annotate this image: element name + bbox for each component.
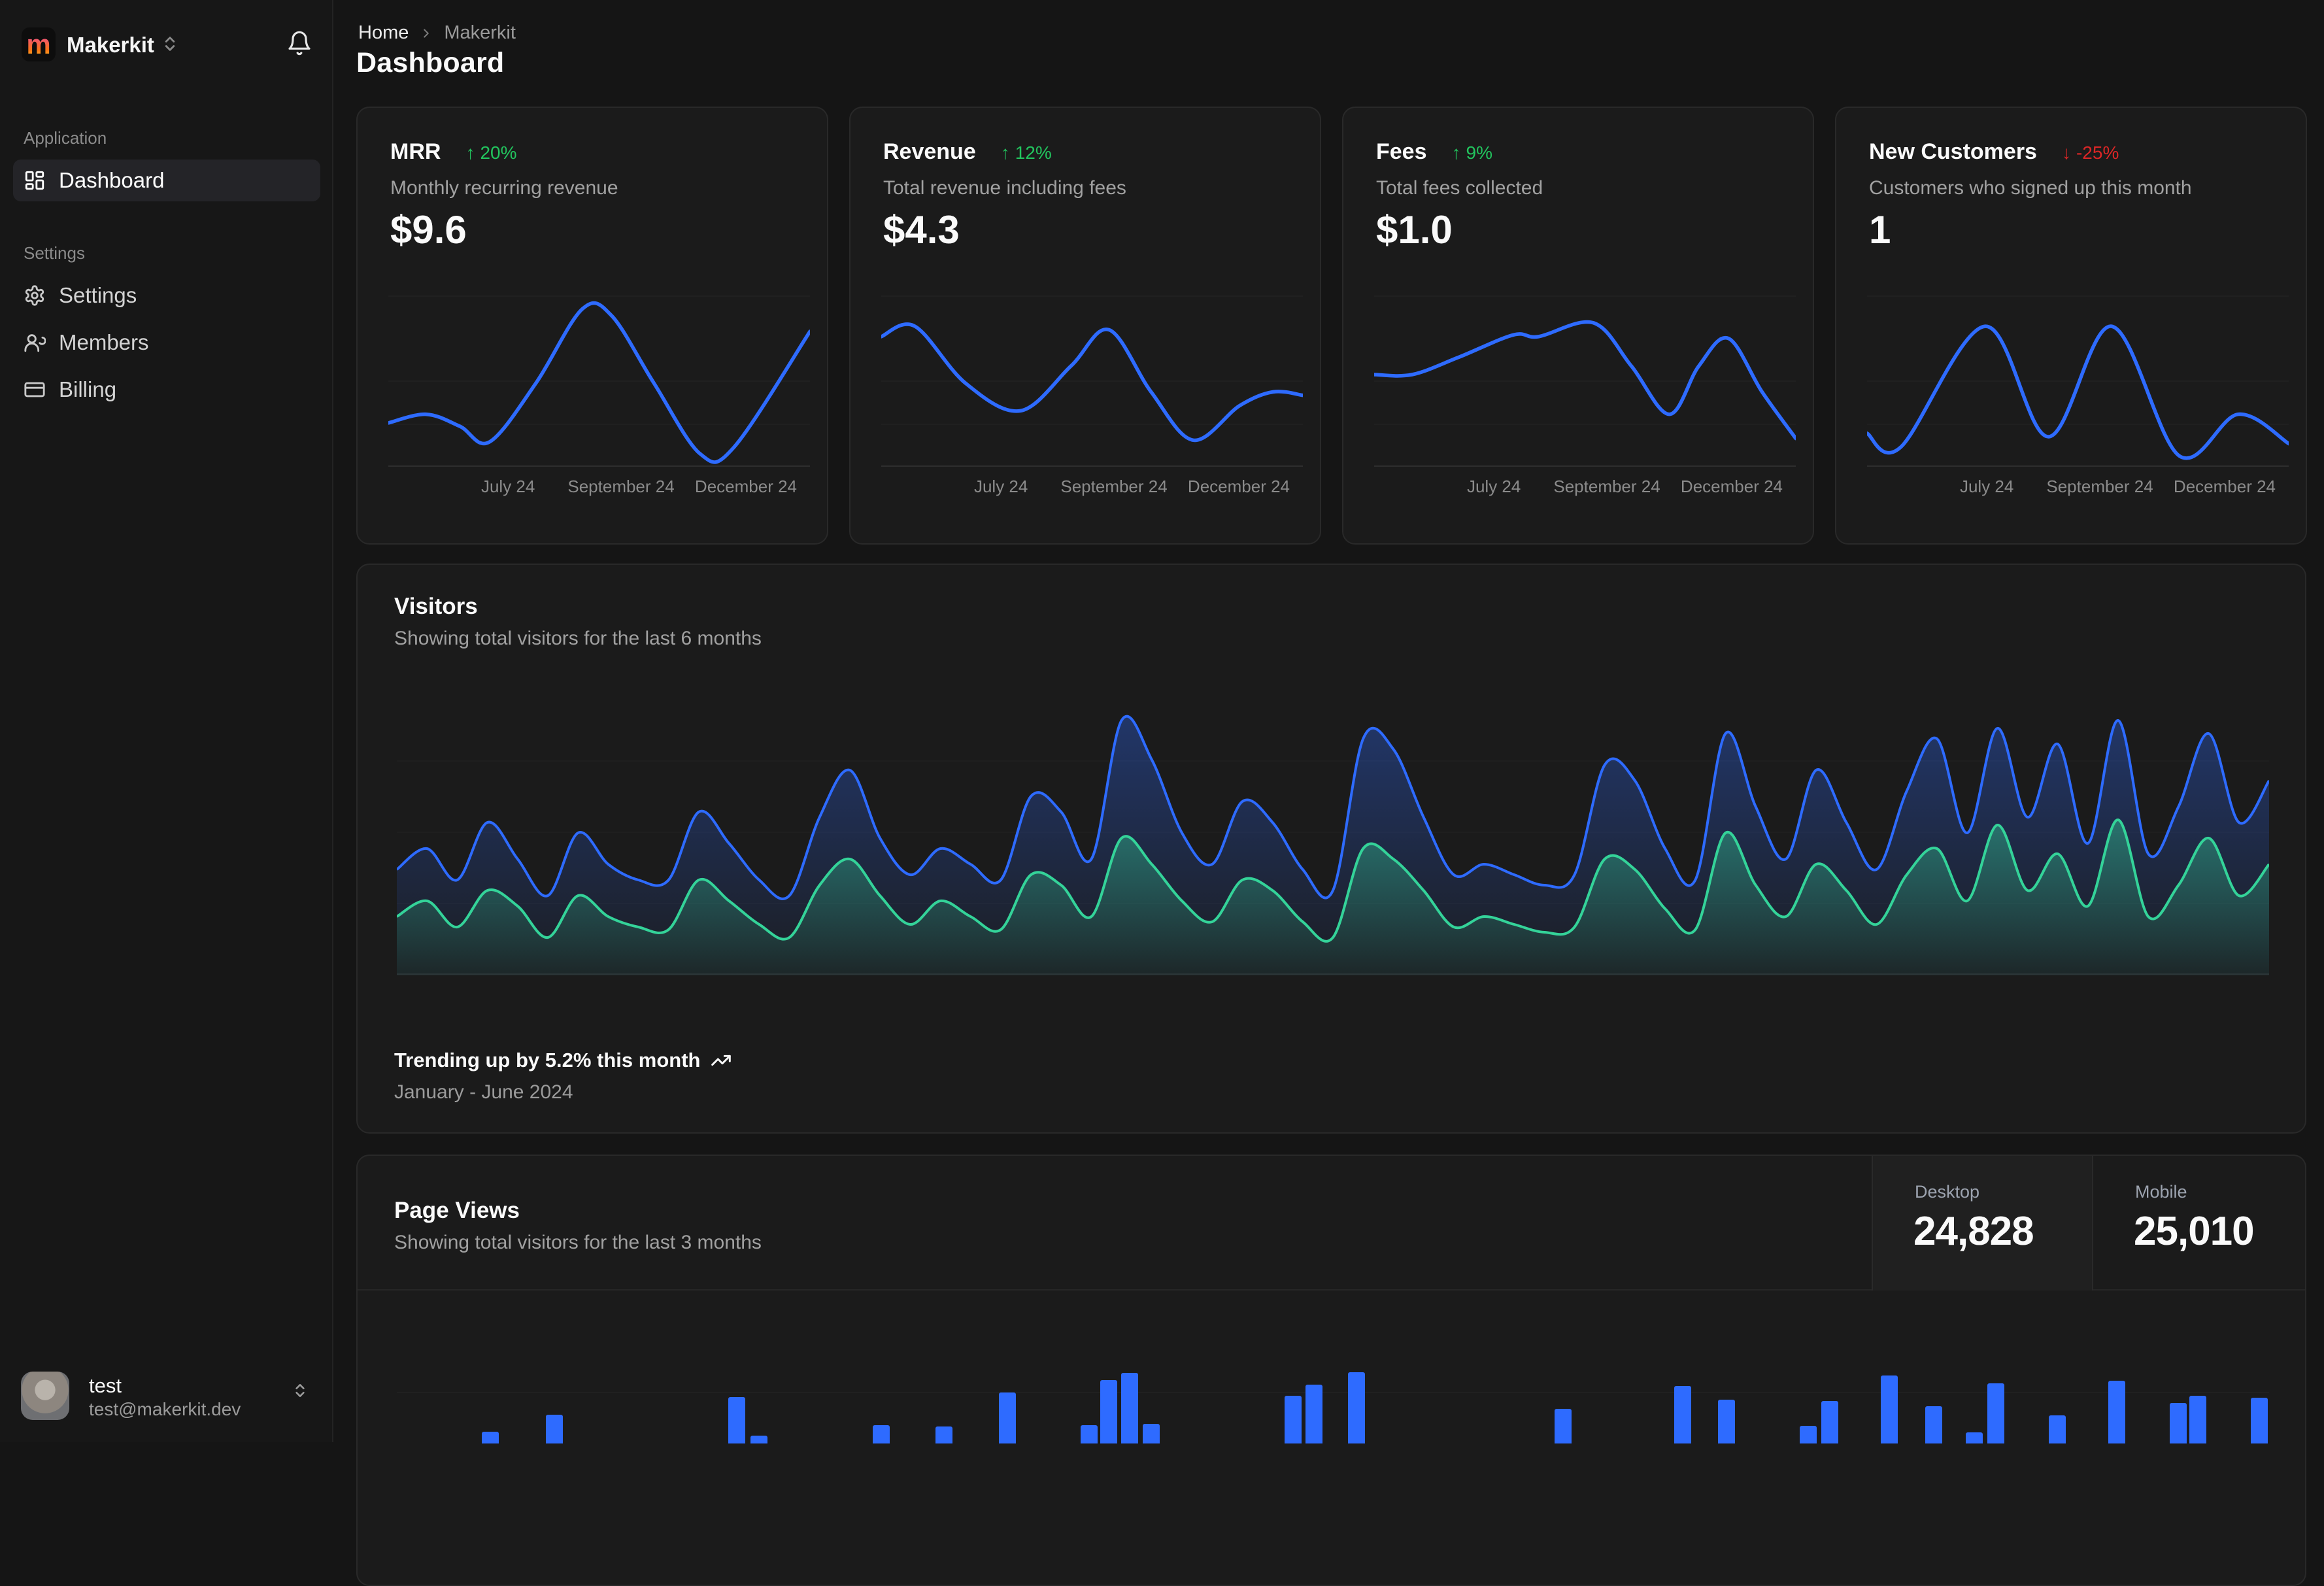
- visitors-area-chart: [397, 689, 2269, 975]
- stat-value: $1.0: [1376, 208, 1453, 252]
- mobile-label: Mobile: [2135, 1182, 2187, 1202]
- sidebar-item-label: Members: [59, 330, 149, 354]
- stat-card-mrr: MRR ↑ 20% Monthly recurring revenue $9.6 …: [356, 107, 828, 545]
- main-content: Home Makerkit Dashboard MRR ↑ 20% Monthly…: [335, 0, 2324, 1586]
- page-views-subtitle: Showing total visitors for the last 3 mo…: [394, 1232, 762, 1253]
- arrow-up-icon: ↑: [1000, 143, 1010, 163]
- stat-description: Total fees collected: [1376, 177, 1543, 199]
- stat-card-new-customers: New Customers ↓ -25% Customers who signed…: [1835, 107, 2307, 545]
- credit-card-icon: [24, 379, 46, 401]
- visitors-subtitle: Showing total visitors for the last 6 mo…: [394, 628, 762, 649]
- mobile-stat-toggle[interactable]: Mobile 25,010: [2092, 1156, 2308, 1291]
- mobile-value: 25,010: [2134, 1209, 2255, 1254]
- page-views-header: Page Views Showing total visitors for th…: [358, 1156, 2305, 1291]
- users-icon: [24, 331, 46, 354]
- app-logo: m: [22, 27, 56, 61]
- breadcrumb: Home Makerkit: [358, 22, 516, 44]
- stat-title: New Customers: [1869, 139, 2037, 164]
- page-title: Dashboard: [356, 47, 505, 78]
- visitors-title: Visitors: [394, 594, 478, 619]
- logo-letter: m: [26, 29, 51, 59]
- x-axis-labels: July 24 September 24 December 24: [973, 477, 1290, 496]
- sidebar-item-settings[interactable]: Settings: [13, 275, 320, 316]
- sidebar-item-label: Billing: [59, 377, 117, 401]
- revenue-sparkline-chart: [881, 279, 1303, 467]
- nav-section-application: Application: [24, 128, 107, 148]
- breadcrumb-current: Makerkit: [444, 22, 516, 43]
- visitors-trend: Trending up by 5.2% this month: [394, 1049, 732, 1072]
- sidebar-item-billing[interactable]: Billing: [13, 369, 320, 411]
- stat-description: Monthly recurring revenue: [390, 177, 618, 199]
- sidebar-item-label: Dashboard: [59, 168, 165, 192]
- visitors-date-range: January - June 2024: [394, 1081, 573, 1103]
- user-menu[interactable]: test test@makerkit.dev: [0, 1361, 333, 1433]
- stat-value: $9.6: [390, 208, 467, 252]
- x-axis-labels: July 24 September 24 December 24: [1466, 477, 1783, 496]
- nav-section-settings: Settings: [24, 243, 85, 263]
- breadcrumb-home[interactable]: Home: [358, 22, 409, 44]
- desktop-value: 24,828: [1913, 1209, 2034, 1254]
- visitors-card: Visitors Showing total visitors for the …: [356, 564, 2306, 1134]
- dashboard-icon: [24, 169, 46, 192]
- stat-title: Revenue: [883, 139, 976, 164]
- sidebar-item-members[interactable]: Members: [13, 322, 320, 363]
- sidebar-item-dashboard[interactable]: Dashboard: [13, 160, 320, 201]
- arrow-up-icon: ↑: [465, 143, 475, 163]
- user-name: test: [89, 1374, 122, 1397]
- gear-icon: [24, 284, 46, 307]
- avatar: [21, 1372, 69, 1420]
- x-axis-labels: July 24 September 24 December 24: [480, 477, 797, 496]
- workspace-name[interactable]: Makerkit: [67, 33, 154, 58]
- stat-title: Fees: [1376, 139, 1427, 164]
- stat-card-revenue: Revenue ↑ 12% Total revenue including fee…: [849, 107, 1321, 545]
- stat-change-badge: ↑ 12%: [1000, 143, 1052, 163]
- sidebar-item-label: Settings: [59, 283, 137, 307]
- bell-icon[interactable]: [286, 30, 312, 56]
- stat-value: $4.3: [883, 208, 960, 252]
- arrow-up-icon: ↑: [1451, 143, 1461, 163]
- stat-value: 1: [1869, 208, 1891, 252]
- chevrons-up-down-icon: [292, 1382, 309, 1399]
- stat-change-badge: ↑ 9%: [1451, 143, 1492, 163]
- stat-card-fees: Fees ↑ 9% Total fees collected $1.0 July …: [1342, 107, 1814, 545]
- sidebar: m Makerkit Application Dashboard Setting…: [0, 0, 333, 1442]
- arrow-down-icon: ↓: [2061, 143, 2071, 163]
- trending-up-icon: [711, 1050, 732, 1071]
- chevron-right-icon: [419, 26, 433, 41]
- fees-sparkline-chart: [1374, 279, 1796, 467]
- page-views-card: Page Views Showing total visitors for th…: [356, 1155, 2306, 1586]
- stat-change-badge: ↓ -25%: [2061, 143, 2119, 163]
- stat-description: Total revenue including fees: [883, 177, 1126, 199]
- user-email: test@makerkit.dev: [89, 1399, 241, 1419]
- page-views-bar-chart: [397, 1301, 2269, 1443]
- page-views-title: Page Views: [394, 1198, 520, 1223]
- new-customers-sparkline-chart: [1867, 279, 2289, 467]
- app-root: { "colors": { "accent_blue": "#2e6bff", …: [0, 0, 2324, 1586]
- mrr-sparkline-chart: [388, 279, 810, 467]
- stat-change-badge: ↑ 20%: [465, 143, 517, 163]
- chevrons-up-down-icon[interactable]: [161, 35, 179, 53]
- stat-title: MRR: [390, 139, 441, 164]
- x-axis-labels: July 24 September 24 December 24: [1959, 477, 2276, 496]
- desktop-stat-toggle[interactable]: Desktop 24,828: [1872, 1156, 2092, 1291]
- desktop-label: Desktop: [1915, 1182, 1980, 1202]
- stat-description: Customers who signed up this month: [1869, 177, 2192, 199]
